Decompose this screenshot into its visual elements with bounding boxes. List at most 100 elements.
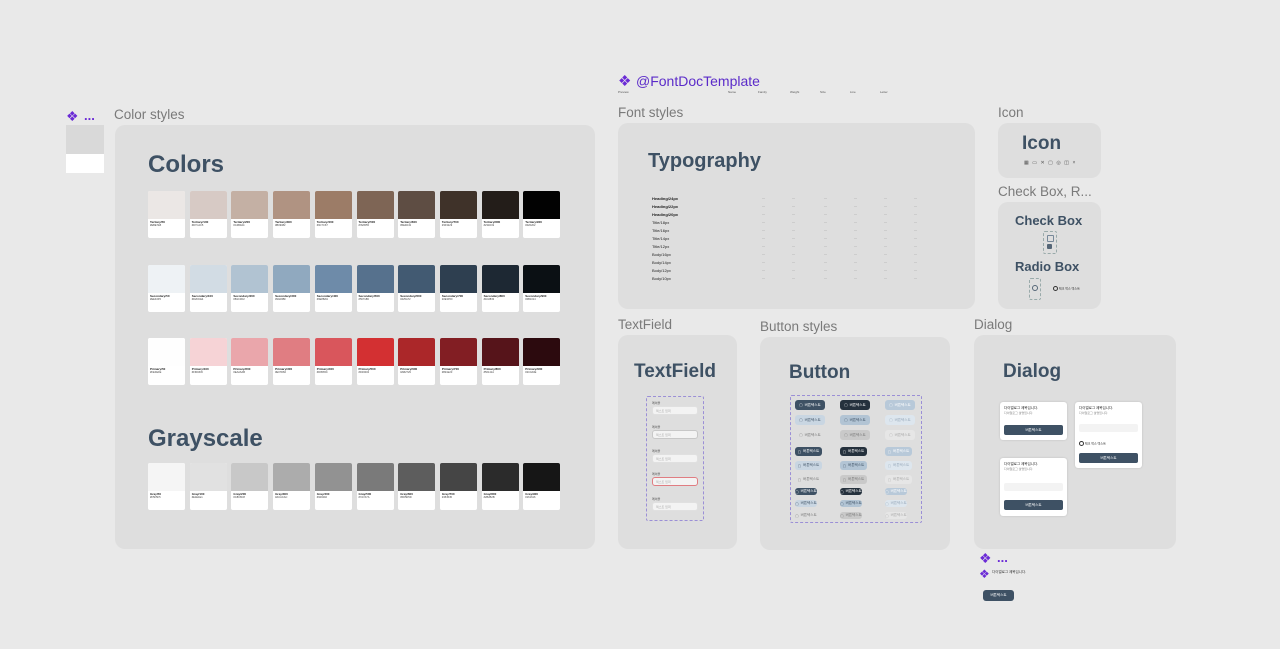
color-swatch[interactable]: Tertiary/900 #020202 xyxy=(523,191,561,238)
font-table-row[interactable]: Heading/24px — — — — — — xyxy=(652,196,982,204)
dialog-input[interactable] xyxy=(1004,483,1063,491)
textfield-label[interactable]: TextField xyxy=(618,317,672,332)
color-styles-frame[interactable]: Colors Grayscale Tertiary/50 #EBE7E5 Terti… xyxy=(115,125,595,549)
checkbox-sample[interactable] xyxy=(1043,231,1057,254)
button-styles-frame[interactable]: Button ▢ 버튼텍스트 ▢ 버튼텍스트 ▢ 버튼텍스트 ▢ 버튼텍스트 ▢ 버튼텍스트 ▢ 버튼… xyxy=(760,337,950,550)
sample-button[interactable]: ▢ 버튼텍스트 xyxy=(840,488,862,495)
textfield-input[interactable]: 텍스트 입력 xyxy=(652,477,698,486)
textfield-input[interactable]: 텍스트 입력 xyxy=(652,502,698,511)
color-swatch[interactable]: Tertiary/600 #5E4D43 xyxy=(398,191,436,238)
color-swatch[interactable]: Gray/600 #5D5D5D xyxy=(398,463,436,510)
dialog-sample-button[interactable]: 버튼텍스트 xyxy=(1004,425,1063,435)
color-swatch[interactable]: Primary/900 #2C0A0E xyxy=(523,338,561,385)
color-swatch[interactable]: Primary/500 #D33032 xyxy=(356,338,394,385)
sample-button[interactable]: ▢ 버튼텍스트 xyxy=(840,512,862,519)
icon-label[interactable]: Icon xyxy=(998,105,1024,120)
sample-button[interactable]: ▢ 버튼텍스트 xyxy=(885,500,907,507)
icon-frame[interactable]: Icon ▦▭✕▢◎◫× xyxy=(998,123,1101,178)
color-swatch[interactable]: Primary/300 #E07D82 xyxy=(273,338,311,385)
color-swatch[interactable]: Gray/400 #929292 xyxy=(314,463,352,510)
textfield-input[interactable]: 텍스트 입력 xyxy=(652,430,698,439)
color-swatch[interactable]: Tertiary/100 #D7CAC5 xyxy=(189,191,227,238)
color-swatch[interactable]: Primary/800 #56141A xyxy=(481,338,519,385)
dialog-label[interactable]: Dialog xyxy=(974,317,1012,332)
sample-button[interactable]: ▢ 버튼텍스트 xyxy=(885,488,907,495)
font-table-row[interactable]: Title/12px — — — — — — xyxy=(652,244,982,252)
font-table-row[interactable]: Heading/20px — — — — — — xyxy=(652,212,982,220)
font-table-row[interactable]: Heading/22px — — — — — — xyxy=(652,204,982,212)
color-swatch[interactable]: Secondary/300 #90A9BF xyxy=(273,265,311,312)
sample-button[interactable]: ▢ 버튼텍스트 xyxy=(885,461,912,470)
color-swatch[interactable]: Primary/400 #D9565C xyxy=(314,338,352,385)
font-table-row[interactable]: Body/12px — — — — — — xyxy=(652,268,982,276)
color-swatch[interactable]: Secondary/400 #6E8BA9 xyxy=(314,265,352,312)
textfield-input[interactable]: 텍스트 입력 xyxy=(652,406,698,415)
sample-button[interactable]: ▢ 버튼텍스트 xyxy=(840,400,870,410)
sample-button[interactable]: ▢ 버튼텍스트 xyxy=(795,475,822,484)
color-swatch[interactable]: Secondary/100 #D2DCE4 xyxy=(189,265,227,312)
color-swatch[interactable]: Gray/500 #7A7A7A xyxy=(356,463,394,510)
color-swatch[interactable]: Secondary/800 #1D2833 xyxy=(481,265,519,312)
sample-button[interactable]: ▢ 버튼텍스트 xyxy=(840,461,867,470)
color-swatch[interactable]: Gray/900 #161616 xyxy=(523,463,561,510)
sample-button[interactable]: ▢ 버튼텍스트 xyxy=(795,430,825,440)
sample-button[interactable]: ▢ 버튼텍스트 xyxy=(840,415,870,425)
color-swatch[interactable]: Tertiary/200 #C4B0A4 xyxy=(231,191,269,238)
font-table-row[interactable]: Title/14px — — — — — — xyxy=(652,236,982,244)
bottom-component[interactable]: ❖ ... ❖ 다이얼로그 제목입니다. 버튼텍스트 xyxy=(979,550,1039,605)
sample-button[interactable]: ▢ 버튼텍스트 xyxy=(795,415,825,425)
sample-button[interactable]: ▢ 버튼텍스트 xyxy=(885,447,912,456)
dialog-sample-2[interactable]: 다이얼로그 제목입니다. 다이얼로그 설명입니다. 체크 박스 텍스트 버튼텍스… xyxy=(1075,402,1142,468)
dialog-input[interactable] xyxy=(1079,424,1138,432)
check-box-frame[interactable]: Check Box Radio Box 체크 박스 텍스트 xyxy=(998,202,1101,309)
sample-button[interactable]: ▢ 버튼텍스트 xyxy=(885,512,907,519)
color-swatch[interactable]: Secondary/900 #0B1014 xyxy=(523,265,561,312)
color-swatch[interactable]: Gray/700 #454545 xyxy=(439,463,477,510)
sample-button[interactable]: ▢ 버튼텍스트 xyxy=(885,400,915,410)
dialog-sample-button[interactable]: 버튼텍스트 xyxy=(1004,500,1063,510)
check-box-label[interactable]: Check Box, R... xyxy=(998,184,1092,199)
textfield-frame[interactable]: TextField 레이블 텍스트 입력 레이블 텍스트 입력 레이블 텍스트 입력 레이블… xyxy=(618,335,737,549)
color-swatch[interactable]: Gray/300 #ACACAC xyxy=(273,463,311,510)
color-swatch[interactable]: Tertiary/700 #3F3229 xyxy=(439,191,477,238)
sample-button[interactable]: ▢ 버튼텍스트 xyxy=(795,461,822,470)
radio-sample[interactable] xyxy=(1029,278,1041,300)
color-swatch[interactable]: Gray/100 #E1E1E1 xyxy=(189,463,227,510)
color-swatch[interactable]: Secondary/600 #425A72 xyxy=(398,265,436,312)
sample-button[interactable]: ▢ 버튼텍스트 xyxy=(840,500,862,507)
font-table-row[interactable]: Body/10px — — — — — — xyxy=(652,276,982,284)
color-styles-label[interactable]: Color styles xyxy=(114,107,185,122)
dialog-frame[interactable]: Dialog 다이얼로그 제목입니다. 다이얼로그 설명입니다. 버튼텍스트 다… xyxy=(974,335,1176,549)
bottom-mini-button[interactable]: 버튼텍스트 xyxy=(983,590,1014,601)
color-swatch[interactable]: Primary/50 #FEFEFE xyxy=(148,338,185,385)
dialog-sample-3[interactable]: 다이얼로그 제목입니다. 다이얼로그 설명입니다. 버튼텍스트 xyxy=(1000,458,1067,516)
font-styles-label[interactable]: Font styles xyxy=(618,105,683,120)
dialog-check[interactable]: 체크 박스 텍스트 xyxy=(1079,441,1106,446)
color-swatch[interactable]: Gray/50 #F5F5F5 xyxy=(148,463,185,510)
radio-item[interactable]: 체크 박스 텍스트 xyxy=(1053,286,1080,291)
sample-button[interactable]: ▢ 버튼텍스트 xyxy=(885,475,912,484)
color-swatch[interactable]: Tertiary/400 #9C7C67 xyxy=(314,191,352,238)
sample-button[interactable]: ▢ 버튼텍스트 xyxy=(795,400,825,410)
sample-button[interactable]: ▢ 버튼텍스트 xyxy=(795,488,817,495)
color-swatch[interactable]: Secondary/500 #56718D xyxy=(356,265,394,312)
dialog-sample-button[interactable]: 버튼텍스트 xyxy=(1079,453,1138,463)
color-swatch[interactable]: Tertiary/300 #B09382 xyxy=(273,191,311,238)
color-swatch[interactable]: Tertiary/500 #7E6555 xyxy=(356,191,394,238)
color-swatch[interactable]: Primary/600 #AB2729 xyxy=(398,338,436,385)
color-swatch[interactable]: Gray/200 #C8C8C8 xyxy=(231,463,269,510)
color-swatch[interactable]: Tertiary/800 #231D19 xyxy=(481,191,519,238)
font-styles-frame[interactable]: Typography Heading/24px — — — — — — Heading/22p… xyxy=(618,123,975,309)
button-styles-label[interactable]: Button styles xyxy=(760,319,837,334)
sample-button[interactable]: ▢ 버튼텍스트 xyxy=(840,430,870,440)
color-swatch[interactable]: Secondary/700 #2E3F50 xyxy=(439,265,477,312)
sample-button[interactable]: ▢ 버튼텍스트 xyxy=(885,415,915,425)
sample-button[interactable]: ▢ 버튼텍스트 xyxy=(840,447,867,456)
font-table-row[interactable]: Title/16px — — — — — — xyxy=(652,228,982,236)
sample-button[interactable]: ▢ 버튼텍스트 xyxy=(795,447,822,456)
sample-button[interactable]: ▢ 버튼텍스트 xyxy=(795,500,817,507)
font-table-row[interactable]: Body/14px — — — — — — xyxy=(652,260,982,268)
sample-button[interactable]: ▢ 버튼텍스트 xyxy=(795,512,817,519)
font-table-row[interactable]: Body/16px — — — — — — xyxy=(652,252,982,260)
color-swatch[interactable]: Secondary/200 #B1C3D2 xyxy=(231,265,269,312)
